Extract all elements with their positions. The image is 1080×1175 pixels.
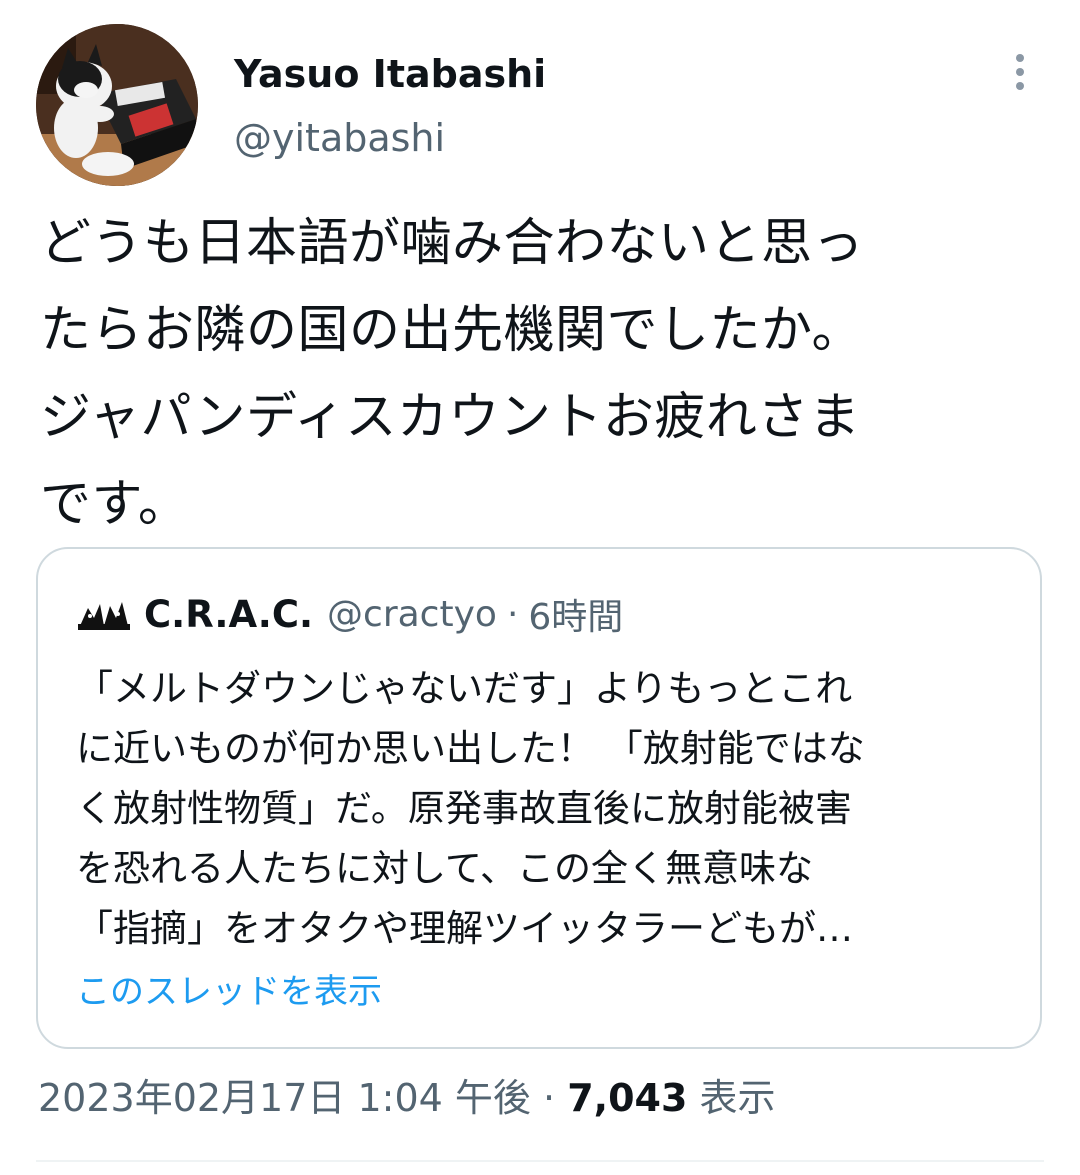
quote-text-line: 「指摘」をオタクや理解ツイッタラーどもが… xyxy=(76,907,853,950)
quote-author-name[interactable]: C.R.A.C. xyxy=(144,593,313,636)
crac-logo-icon xyxy=(78,602,130,630)
quote-author-handle[interactable]: @cractyo xyxy=(327,594,497,635)
divider xyxy=(36,1160,1044,1162)
quote-text-line: に近いものが何か思い出した！ 「放射能ではな xyxy=(76,727,865,770)
quote-separator: · xyxy=(506,593,519,635)
tweet-text-line: たらお隣の国の出先機関でしたか。 xyxy=(40,301,863,360)
author-display-name[interactable]: Yasuo Itabashi xyxy=(234,50,546,98)
tweet-text: どうも日本語が噛み合わないと思っ たらお隣の国の出先機関でしたか。 ジャパンディ… xyxy=(40,200,1050,548)
quote-text-line: を恐れる人たちに対して、この全く無意味な xyxy=(76,847,814,890)
tweet-text-line: ジャパンディスカウントお疲れさま xyxy=(40,388,861,447)
quote-text-line: く放射性物質」だ。原発事故直後に放射能被害 xyxy=(76,787,852,830)
quote-text: 「メルトダウンじゃないだす」よりもっとこれ に近いものが何か思い出した！ 「放射… xyxy=(76,659,1016,959)
views-count: 7,043 xyxy=(567,1076,688,1120)
quote-text-line: 「メルトダウンじゃないだす」よりもっとこれ xyxy=(76,667,853,710)
tweet-meta: 2023年02月17日 1:04 午後 · 7,043 表示 xyxy=(38,1073,776,1123)
quote-header: C.R.A.C. @cractyo · 6時間 xyxy=(76,589,623,639)
cat-avatar-icon xyxy=(36,24,198,186)
more-options-button[interactable] xyxy=(996,48,1044,96)
views-label: 表示 xyxy=(699,1076,776,1120)
tweet-timestamp[interactable]: 2023年02月17日 1:04 午後 xyxy=(38,1076,531,1120)
tweet-text-line: どうも日本語が噛み合わないと思っ xyxy=(40,214,865,273)
show-thread-link[interactable]: このスレッドを表示 xyxy=(76,967,382,1017)
tweet-text-line: です。 xyxy=(40,475,190,534)
avatar[interactable] xyxy=(36,24,198,186)
more-vertical-icon xyxy=(1016,54,1024,90)
quote-tweet-card[interactable]: C.R.A.C. @cractyo · 6時間 「メルトダウンじゃないだす」より… xyxy=(36,547,1042,1049)
meta-separator: · xyxy=(543,1076,556,1120)
quote-time[interactable]: 6時間 xyxy=(528,588,623,640)
author-handle[interactable]: @yitabashi xyxy=(234,114,445,162)
